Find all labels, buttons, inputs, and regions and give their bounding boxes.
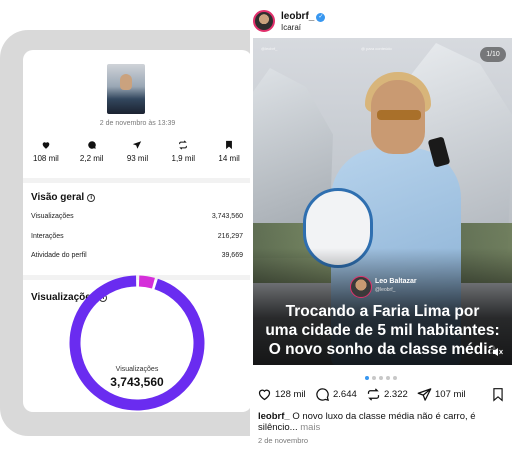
watermark-left: @leobrf_: [261, 46, 278, 51]
donut-center-label: Visualizações: [115, 366, 159, 373]
like-count: 128 mil: [275, 389, 306, 400]
donut-segment-main: [69, 275, 205, 411]
carousel-dot: [379, 376, 383, 380]
verified-badge-icon: ✓: [316, 13, 326, 22]
carousel-dot: [365, 376, 369, 380]
caption-more-link[interactable]: mais: [300, 422, 320, 433]
donut-center-value: 3,743,560: [110, 375, 164, 389]
headline-line-3: O novo sonho da classe média: [268, 341, 497, 358]
carousel-dot: [372, 376, 376, 380]
save-button[interactable]: [491, 387, 505, 402]
post-image[interactable]: @leobrf_ @ para conteúdo 1/10 Leo Baltaz…: [253, 38, 512, 365]
mute-icon[interactable]: [490, 345, 504, 359]
heart-outline-icon: [258, 389, 271, 401]
comment-count: 2.644: [333, 389, 357, 400]
repost-count: 2.322: [384, 389, 408, 400]
views-donut-chart: [69, 275, 205, 411]
comment-button[interactable]: 2.644: [315, 387, 357, 402]
caption-text: O novo luxo da classe média não é carro,…: [258, 411, 476, 433]
credit-handle: @leobrf_: [375, 287, 396, 293]
post-actions: 128 mil 2.644 2.322 107 mil: [257, 387, 507, 405]
credit-avatar: [350, 276, 372, 298]
repost-icon: [367, 388, 380, 401]
post-caption: leobrf_ O novo luxo da classe média não …: [258, 411, 508, 433]
share-button[interactable]: 107 mil: [417, 387, 466, 402]
credit-name: Leo Baltazar: [375, 278, 417, 285]
repost-button[interactable]: 2.322: [366, 387, 408, 402]
carousel-counter: 1/10: [480, 47, 506, 62]
views-donut-clip: Visualizações 3,743,560: [23, 50, 252, 412]
headline-line-1: Trocando a Faria Lima por: [285, 303, 480, 320]
avatar[interactable]: [253, 10, 275, 32]
share-count: 107 mil: [435, 389, 466, 400]
person-glasses: [377, 110, 421, 120]
like-button[interactable]: 128 mil: [257, 387, 306, 402]
comment-outline-icon: [316, 388, 330, 402]
caption-username[interactable]: leobrf_: [258, 411, 290, 422]
post-date-footer: 2 de novembro: [258, 436, 309, 445]
carousel-dot: [393, 376, 397, 380]
headline-line-2: uma cidade de 5 mil habitantes:: [265, 322, 500, 339]
watermark-center: @ para conteúdo: [361, 46, 392, 51]
post-location[interactable]: Icaraí: [281, 23, 301, 32]
bookmark-outline-icon: [493, 388, 503, 402]
donut-segment-accent: [69, 275, 205, 411]
carousel-dot: [386, 376, 390, 380]
carousel-dots: [365, 376, 397, 380]
post-username[interactable]: leobrf_ ✓: [281, 11, 326, 22]
send-icon: [417, 388, 432, 401]
